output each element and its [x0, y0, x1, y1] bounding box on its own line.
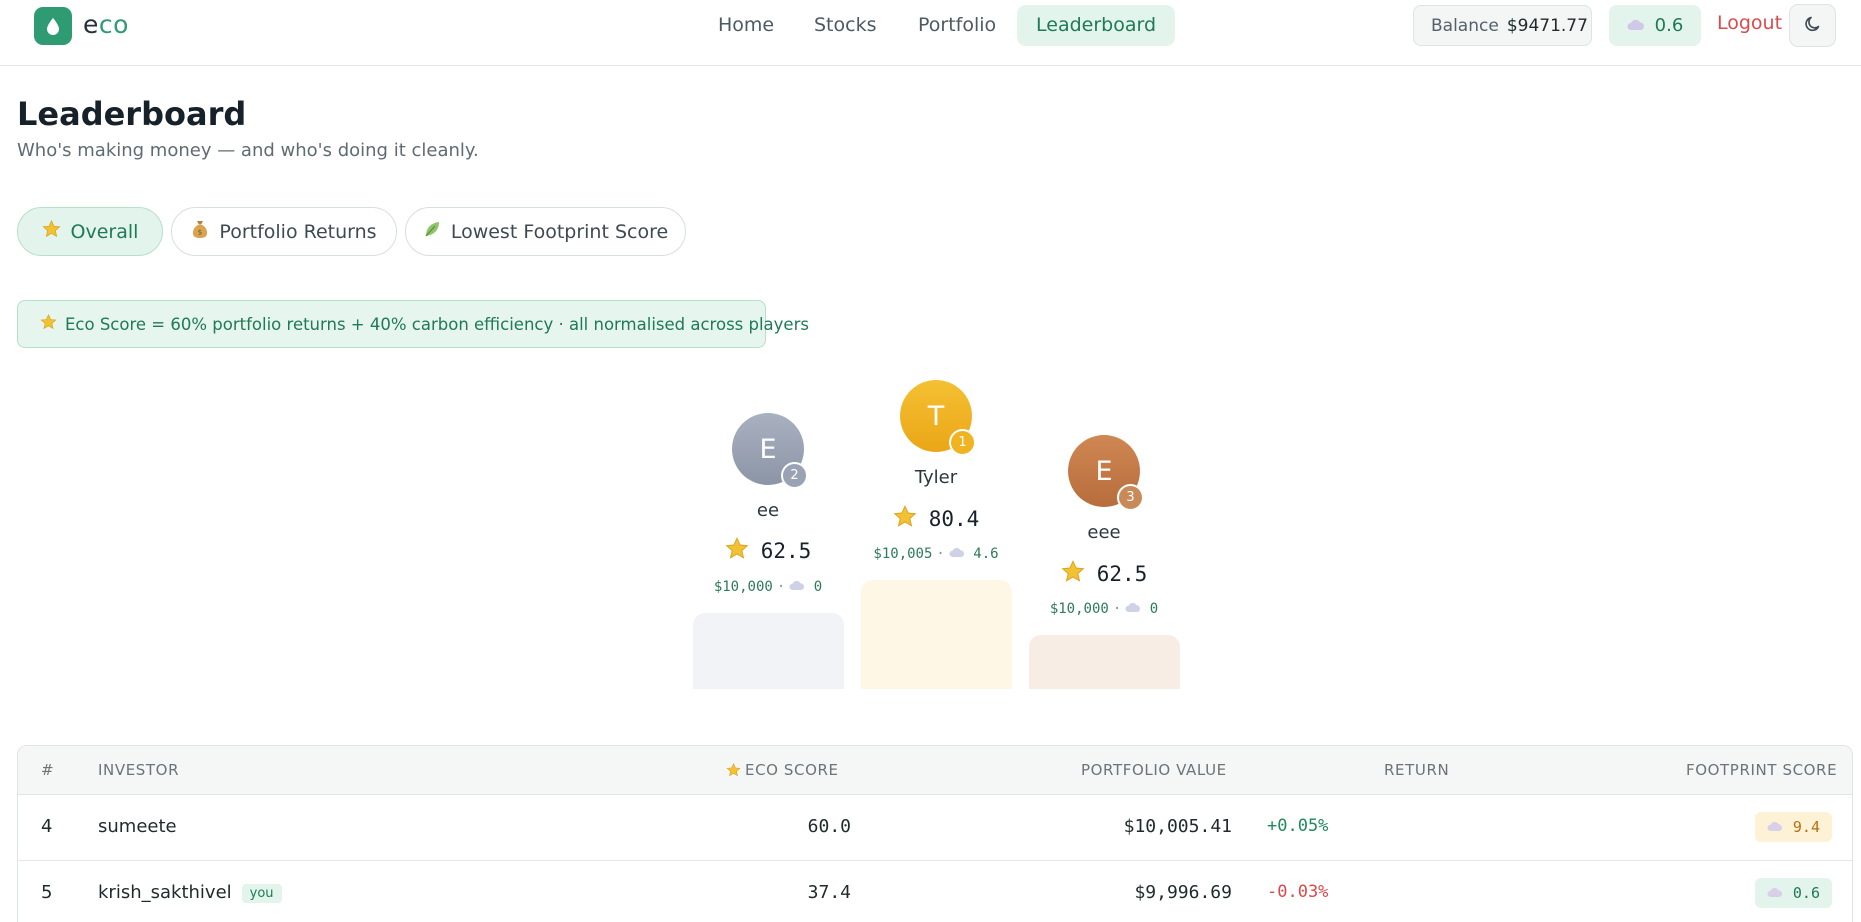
moon-icon: [1803, 14, 1823, 38]
star-icon: [41, 220, 61, 243]
balance-value: $9471.77: [1506, 15, 1588, 36]
podium-footprint: 0: [1149, 601, 1159, 617]
nav-stocks[interactable]: Stocks: [795, 5, 895, 46]
podium-footprint: 4.6: [973, 546, 999, 562]
cloud-icon: [1125, 601, 1141, 617]
tab-overall[interactable]: Overall: [17, 207, 163, 256]
podium-value: $10,000: [713, 579, 773, 595]
podium-meta: $10,005 · 4.6: [861, 546, 1011, 562]
podium-name: eee: [1087, 522, 1121, 543]
cloud-icon: [949, 546, 965, 562]
podium-score-value: 80.4: [928, 507, 980, 531]
podium-value: $10,000: [1049, 601, 1109, 617]
row-eco-score: 60.0: [807, 816, 851, 837]
rank-badge: 2: [781, 462, 808, 489]
footprint-badge: 0.6: [1754, 878, 1832, 908]
row-portfolio-value: $9,996.69: [1134, 882, 1232, 903]
footprint-badge: 9.4: [1754, 812, 1832, 842]
star-icon: [893, 505, 917, 533]
tab-lowest-footprint[interactable]: Lowest Footprint Score: [405, 207, 686, 256]
page-subtitle: Who's making money — and who's doing it …: [17, 140, 479, 161]
logout-link[interactable]: Logout: [1717, 12, 1782, 34]
row-rank: 4: [41, 816, 53, 837]
star-icon: [726, 763, 741, 781]
podium-block: [1029, 635, 1180, 689]
footprint-value: 0.6: [1654, 15, 1684, 36]
table-row[interactable]: 5 krish_sakthivel you 37.4 $9,996.69 -0.0…: [18, 861, 1852, 922]
table-header: # INVESTOR ECO SCORE PORTFOLIO VALUE RET…: [18, 746, 1852, 795]
cloud-icon: [1767, 818, 1783, 836]
podium-name: ee: [756, 500, 780, 521]
star-icon: [40, 314, 57, 334]
svg-text:$: $: [198, 229, 202, 237]
rank-badge: 3: [1117, 484, 1144, 511]
col-return[interactable]: RETURN: [1384, 761, 1449, 779]
podium-footprint: 0: [813, 579, 823, 595]
col-eco-score-label: ECO SCORE: [745, 761, 839, 779]
podium-score-value: 62.5: [760, 539, 812, 563]
cloud-icon: [1627, 15, 1645, 36]
separator-dot: ·: [1112, 601, 1122, 617]
banner-text: Eco Score = 60% portfolio returns + 40% …: [65, 314, 809, 334]
row-eco-score: 37.4: [807, 882, 851, 903]
star-icon: [1061, 560, 1085, 588]
podium-score: 80.4: [861, 505, 1011, 533]
col-eco-score[interactable]: ECO SCORE: [726, 761, 839, 779]
cloud-icon: [1767, 884, 1783, 902]
you-badge: you: [241, 883, 282, 903]
footprint-value: 9.4: [1792, 818, 1820, 836]
logo-text-accent: co: [98, 10, 129, 39]
row-investor-name: krish_sakthivel: [98, 882, 232, 903]
footprint-pill[interactable]: 0.6: [1609, 5, 1701, 46]
money-bag-icon: $: [191, 219, 209, 244]
separator-dot: ·: [776, 579, 786, 595]
leaderboard-table: # INVESTOR ECO SCORE PORTFOLIO VALUE RET…: [17, 745, 1853, 922]
star-icon: [725, 537, 749, 565]
table-row[interactable]: 4 sumeete 60.0 $10,005.41 +0.05% 9.4: [18, 795, 1852, 861]
col-investor[interactable]: INVESTOR: [98, 761, 179, 779]
logo-text-part: e: [83, 10, 99, 39]
tab-overall-label: Overall: [70, 220, 139, 243]
podium-score: 62.5: [693, 537, 843, 565]
cloud-icon: [789, 579, 805, 595]
top-navbar: eco Home Stocks Portfolio Leaderboard Ba…: [0, 0, 1861, 66]
leaf-icon: [423, 220, 441, 243]
podium-block: [693, 613, 844, 689]
tab-portfolio-returns[interactable]: $ Portfolio Returns: [171, 207, 397, 256]
tab-portfolio-returns-label: Portfolio Returns: [219, 220, 377, 243]
row-portfolio-value: $10,005.41: [1123, 816, 1232, 837]
nav-portfolio[interactable]: Portfolio: [899, 5, 1015, 46]
podium-name: Tyler: [914, 467, 958, 488]
logo-icon[interactable]: [34, 7, 72, 45]
nav-leaderboard[interactable]: Leaderboard: [1017, 5, 1176, 46]
balance-label: Balance: [1431, 15, 1499, 36]
podium-meta: $10,000 · 0: [693, 579, 843, 595]
row-rank: 5: [41, 882, 53, 903]
row-investor: krish_sakthivel you: [98, 882, 282, 903]
row-return: -0.03%: [1267, 882, 1329, 902]
col-rank: #: [41, 761, 55, 779]
podium-value: $10,005: [873, 546, 933, 562]
nav-home[interactable]: Home: [699, 5, 793, 46]
rank-badge: 1: [949, 429, 976, 456]
podium-score: 62.5: [1029, 560, 1179, 588]
theme-toggle-button[interactable]: [1789, 4, 1836, 47]
separator-dot: ·: [936, 546, 945, 562]
podium-meta: $10,000 · 0: [1029, 601, 1179, 617]
row-investor: sumeete: [98, 816, 177, 837]
col-footprint[interactable]: FOOTPRINT SCORE: [1686, 761, 1837, 779]
page-title: Leaderboard: [17, 95, 247, 133]
podium-block: [861, 580, 1012, 689]
footprint-value: 0.6: [1792, 884, 1820, 902]
podium-score-value: 62.5: [1096, 562, 1148, 586]
balance-display: Balance $9471.77: [1413, 5, 1592, 46]
eco-score-info-banner: Eco Score = 60% portfolio returns + 40% …: [17, 300, 809, 348]
app-logo-text[interactable]: eco: [83, 10, 129, 39]
tab-lowest-footprint-label: Lowest Footprint Score: [450, 220, 669, 243]
col-portfolio-value[interactable]: PORTFOLIO VALUE: [1081, 761, 1227, 779]
row-return: +0.05%: [1267, 816, 1329, 836]
